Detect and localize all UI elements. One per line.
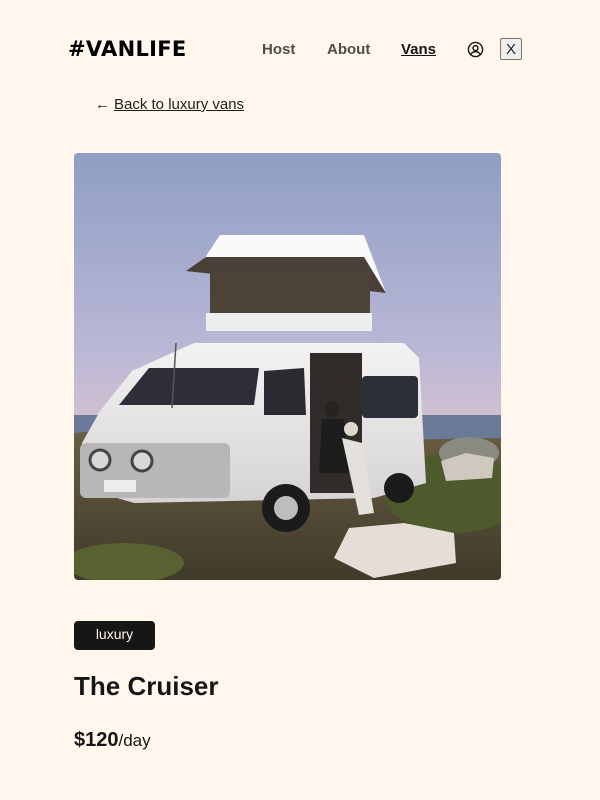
- back-link-label: Back to luxury vans: [114, 96, 245, 113]
- nav-link-vans[interactable]: Vans: [401, 41, 436, 58]
- arrow-left-icon: ←: [95, 96, 110, 113]
- price-amount: $120: [74, 729, 119, 751]
- van-type-badge: luxury: [74, 621, 155, 650]
- price-unit: /day: [118, 731, 151, 750]
- close-button[interactable]: X: [500, 38, 522, 60]
- site-logo[interactable]: #VANLIFE: [68, 37, 187, 61]
- van-photo: [74, 153, 501, 580]
- back-to-vans-link[interactable]: ← Back to luxury vans: [95, 96, 244, 113]
- van-detail-page: #VANLIFE Host About Vans X ← Back to luxu…: [0, 0, 600, 800]
- van-name: The Cruiser: [74, 671, 219, 701]
- nav-link-host[interactable]: Host: [262, 41, 295, 58]
- user-circle-icon[interactable]: [467, 41, 484, 58]
- site-header: #VANLIFE Host About Vans X: [0, 0, 600, 100]
- nav-link-about[interactable]: About: [327, 41, 370, 58]
- van-price: $120/day: [74, 729, 151, 752]
